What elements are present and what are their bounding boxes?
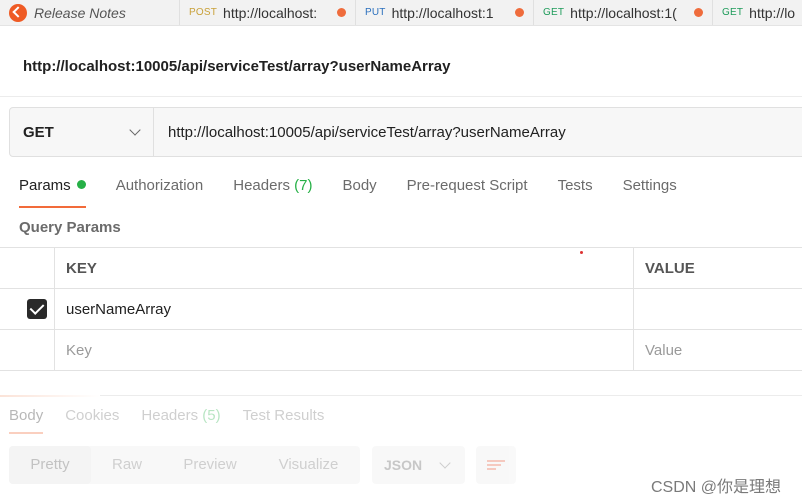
tab-body[interactable]: Body (342, 172, 376, 208)
new-param-value-input[interactable]: Value (634, 330, 802, 370)
request-tabs: Params Authorization Headers (7) Body Pr… (19, 172, 707, 208)
request-tab-get[interactable]: GET http://localhost:1( (534, 0, 713, 25)
tab-authorization[interactable]: Authorization (116, 172, 204, 208)
tab-headers-label: Headers (233, 177, 290, 194)
request-name-title[interactable]: http://localhost:10005/api/serviceTest/a… (23, 58, 450, 75)
request-url-input[interactable] (154, 108, 802, 156)
response-tabs: Body Cookies Headers (5) Test Results (9, 406, 346, 434)
http-method-value: GET (23, 123, 54, 141)
header-check-cell (0, 248, 55, 288)
param-enabled-checkbox[interactable] (0, 289, 55, 329)
view-preview-button[interactable]: Preview (163, 446, 257, 484)
request-tab-url: http://localhost:1( (570, 4, 677, 21)
response-format-select[interactable]: JSON (372, 446, 465, 484)
resize-handle (0, 395, 100, 397)
table-row-new: Key Value (0, 330, 802, 371)
response-headers-count-badge: (5) (202, 407, 221, 424)
request-tab-method: PUT (365, 7, 386, 18)
param-value-cell[interactable] (634, 289, 802, 329)
divider (0, 96, 802, 97)
http-method-select[interactable]: GET (10, 108, 154, 156)
column-header-key: KEY (55, 248, 634, 288)
table-row: userNameArray (0, 289, 802, 330)
unsaved-changes-dot-icon (337, 7, 346, 17)
watermark-text: CSDN @你是理想 (651, 479, 782, 496)
request-tab-method: POST (189, 7, 218, 18)
response-tab-body[interactable]: Body (9, 406, 44, 434)
response-view-segmented: Pretty Raw Preview Visualize (9, 446, 360, 484)
request-tab-method: GET (543, 7, 565, 18)
tab-pre-request-script[interactable]: Pre-request Script (407, 172, 528, 208)
view-raw-button[interactable]: Raw (91, 446, 163, 484)
response-tab-test-results[interactable]: Test Results (243, 406, 325, 434)
tab-headers[interactable]: Headers (7) (233, 172, 312, 208)
cursor-mark (580, 251, 583, 254)
param-key-cell[interactable]: userNameArray (55, 289, 634, 329)
release-notes-tab-title: Release Notes (34, 4, 126, 21)
unsaved-changes-dot-icon (515, 7, 524, 17)
chevron-down-icon (439, 457, 451, 469)
headers-count-badge: (7) (294, 177, 313, 194)
params-active-dot-icon (76, 180, 86, 189)
postman-logo-icon (9, 3, 27, 22)
new-param-key-input[interactable]: Key (55, 330, 634, 370)
query-params-table: KEY VALUE userNameArray Key Value (0, 247, 802, 371)
request-tab-url: http://localhost: (223, 4, 318, 21)
new-param-check-cell (0, 330, 55, 370)
wrap-lines-button[interactable] (476, 446, 516, 484)
response-tab-headers-label: Headers (141, 407, 199, 424)
response-tab-cookies[interactable]: Cookies (65, 406, 119, 434)
response-format-value: JSON (384, 457, 423, 473)
tab-params-label: Params (19, 177, 71, 194)
request-tab-put[interactable]: PUT http://localhost:1 (356, 0, 534, 25)
table-header-row: KEY VALUE (0, 248, 802, 289)
response-tab-headers[interactable]: Headers (5) (141, 406, 220, 434)
column-header-value: VALUE (645, 259, 695, 277)
request-tab-post[interactable]: POST http://localhost: (180, 0, 356, 25)
tab-tests[interactable]: Tests (558, 172, 593, 208)
tab-params[interactable]: Params (19, 172, 86, 208)
request-tab-method: GET (722, 7, 744, 18)
request-tab-get-2[interactable]: GET http://lo (713, 0, 802, 25)
response-divider[interactable] (0, 395, 802, 396)
chevron-down-icon (129, 124, 141, 136)
checkbox-checked-icon (27, 299, 47, 319)
view-pretty-button[interactable]: Pretty (9, 446, 91, 484)
request-tab-url: http://lo (749, 4, 796, 21)
view-visualize-button[interactable]: Visualize (257, 446, 360, 484)
query-params-title: Query Params (19, 219, 121, 236)
url-bar: GET (9, 107, 802, 157)
tab-settings[interactable]: Settings (623, 172, 677, 208)
release-notes-tab[interactable]: Release Notes (0, 0, 180, 25)
request-tab-strip: Release Notes POST http://localhost: PUT… (0, 0, 802, 26)
request-tab-url: http://localhost:1 (391, 4, 494, 21)
wrap-lines-icon (487, 458, 505, 472)
unsaved-changes-dot-icon (694, 7, 703, 17)
